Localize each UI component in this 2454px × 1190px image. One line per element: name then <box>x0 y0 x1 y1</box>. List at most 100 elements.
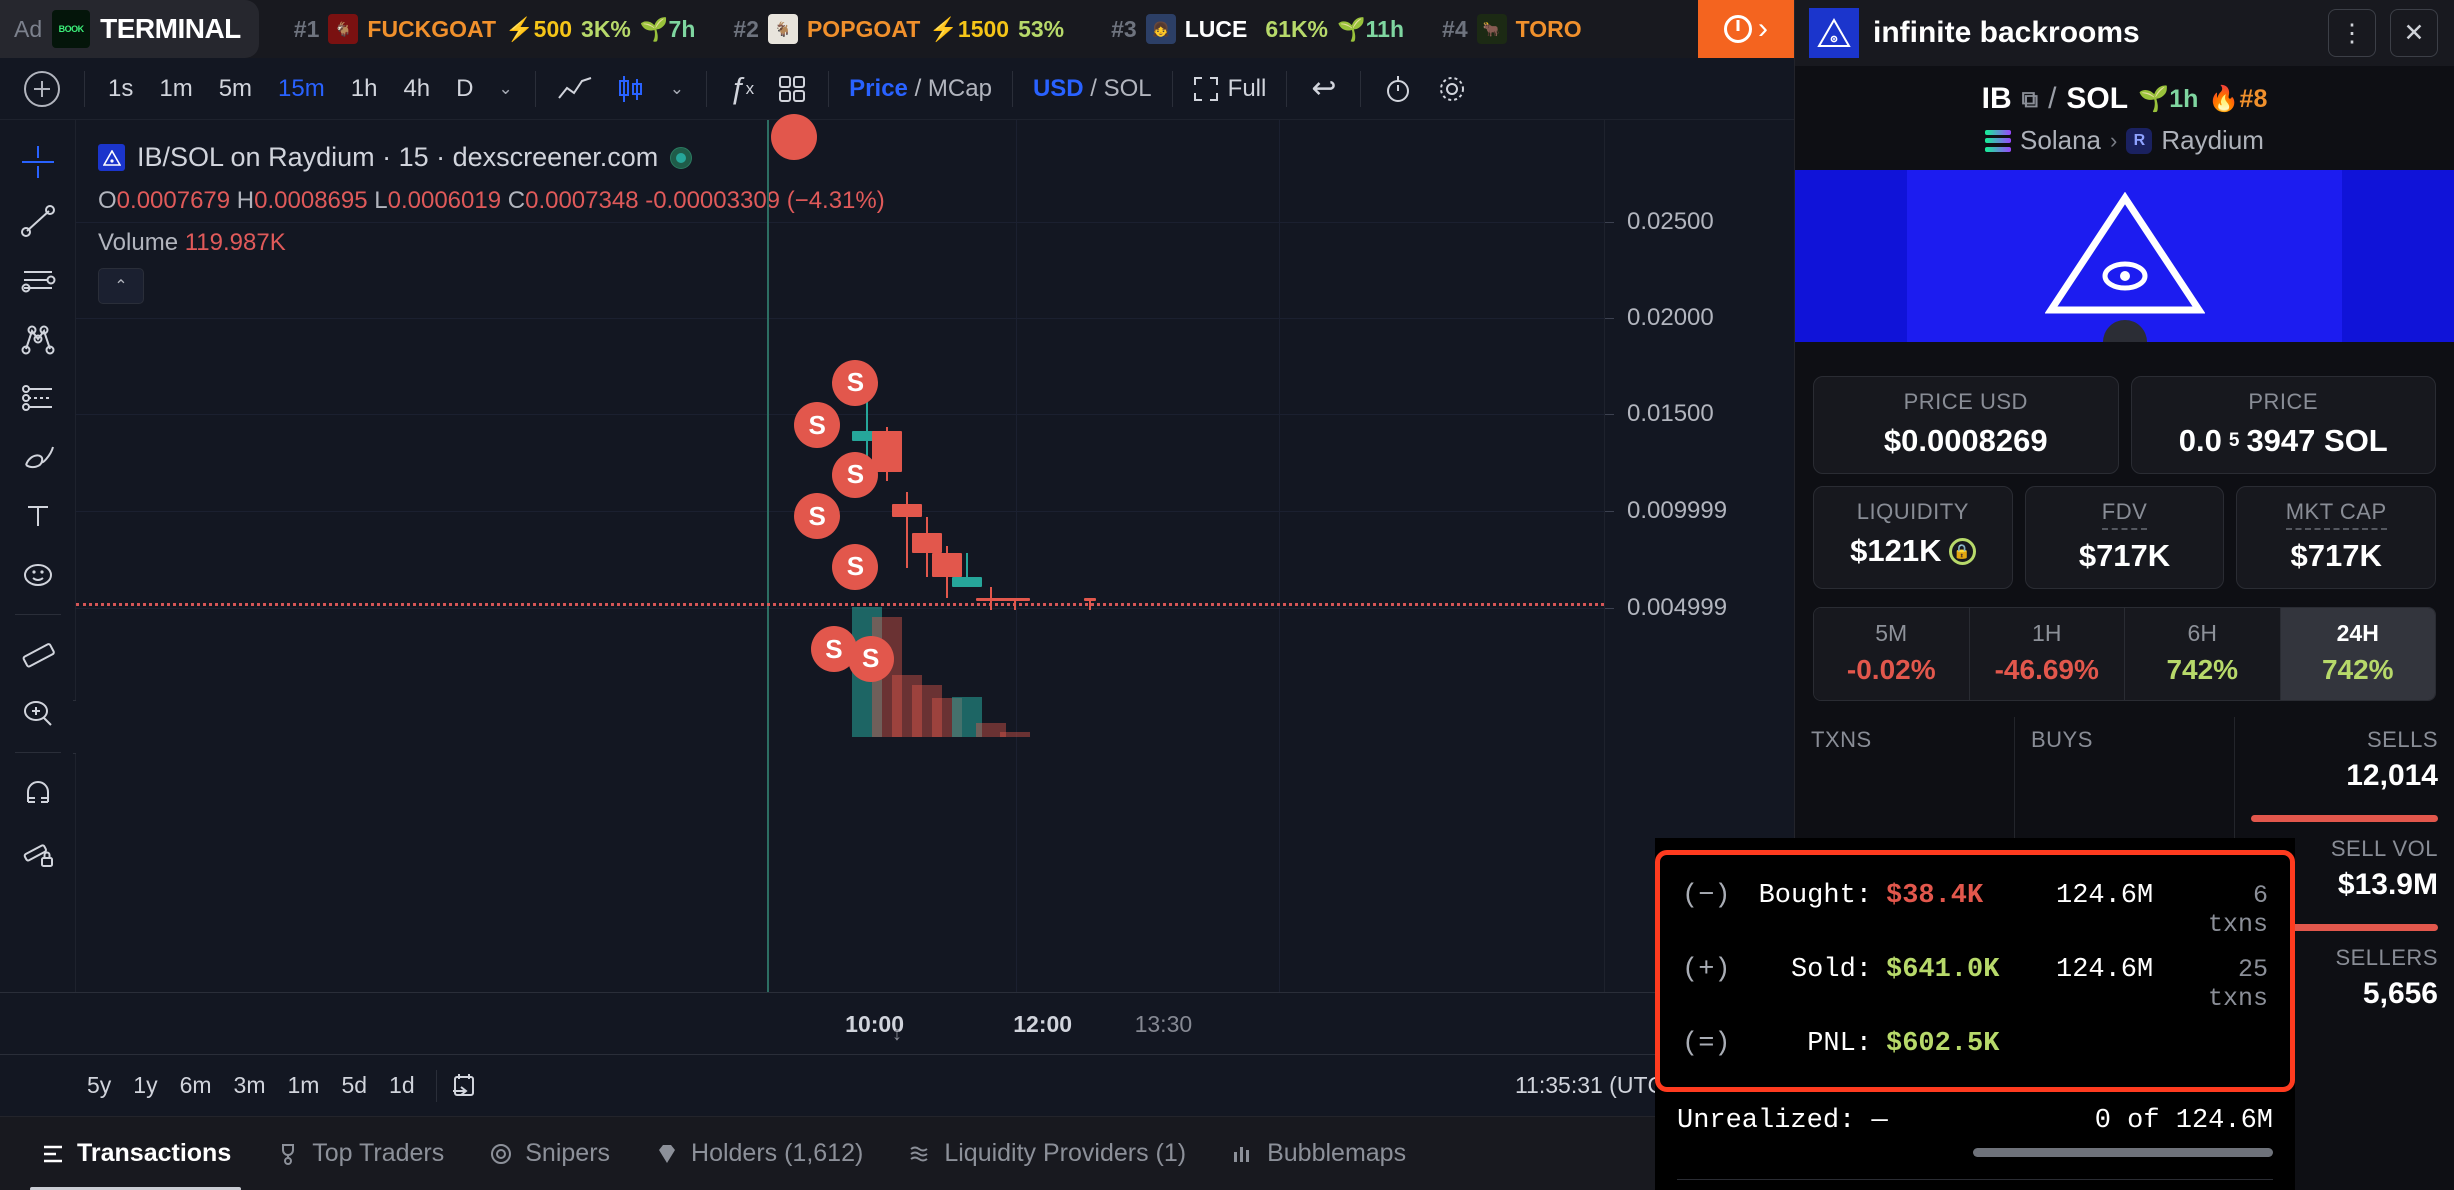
panel-timeframe-1h[interactable]: 1H -46.69% <box>1969 608 2125 700</box>
ad-slot[interactable]: Ad BOOK TERMINAL <box>0 0 259 58</box>
tab-top[interactable]: Top Traders <box>253 1117 466 1190</box>
trending-pct: 61K% <box>1265 15 1329 42</box>
panel-timeframe-change: 742% <box>2321 654 2394 685</box>
brush-tool-icon[interactable] <box>10 429 66 485</box>
wallet-address[interactable]: 6haUPt...5Pro <box>1655 1180 2295 1190</box>
range-1d[interactable]: 1d <box>378 1072 426 1099</box>
divider <box>1360 70 1362 107</box>
trending-name: LUCE <box>1184 15 1248 42</box>
sell-marker[interactable]: S <box>832 543 879 590</box>
panel-timeframe-24h[interactable]: 24H 742% <box>2280 608 2435 700</box>
sell-marker[interactable]: S <box>832 451 879 498</box>
tab-transactions[interactable]: Transactions <box>18 1117 253 1190</box>
measure-ruler-tool-icon[interactable] <box>10 626 66 682</box>
trending-item[interactable]: #1 🐐 FUCKGOAT ⚡500 3K% 🌱7h <box>275 14 715 44</box>
trending-boost: ⚡500 <box>505 15 573 42</box>
text-tool-icon[interactable] <box>10 488 66 544</box>
tab-snipers[interactable]: Snipers <box>466 1117 632 1190</box>
expand-banner-button[interactable]: ⌄ <box>2102 320 2147 342</box>
list-icon <box>40 1141 66 1167</box>
trending-item[interactable]: #4 🐂 TORO <box>1423 14 1628 44</box>
replay-icon[interactable] <box>1371 70 1425 108</box>
timeframe-1m[interactable]: 1m <box>146 71 205 107</box>
candlestick-chart-icon[interactable] <box>604 70 658 108</box>
price-option[interactable]: Price <box>849 75 908 102</box>
chevron-down-icon[interactable]: ⌄ <box>486 79 524 99</box>
price-mcap-toggle[interactable]: Price / MCap <box>839 71 1002 107</box>
fib-retracement-tool-icon[interactable] <box>10 370 66 426</box>
emoji-tool-icon[interactable] <box>10 547 66 603</box>
bottom-tabs: Transactions Top Traders Snipers Holders (1… <box>0 1116 1794 1190</box>
close-icon[interactable]: ✕ <box>2390 9 2438 57</box>
layouts-grid-icon[interactable] <box>766 71 818 107</box>
timeframe-4h[interactable]: 4h <box>390 71 443 107</box>
tab-liquidity[interactable]: Liquidity Providers (1) <box>885 1117 1208 1190</box>
horizontal-lines-tool-icon[interactable] <box>10 252 66 308</box>
gridline <box>76 222 1604 224</box>
trending-age: 🌱7h <box>639 15 696 42</box>
collapse-legend-button[interactable]: ⌃ <box>98 268 144 304</box>
add-symbol-button[interactable] <box>24 70 60 107</box>
divider <box>534 70 536 107</box>
sell-marker[interactable]: S <box>794 493 841 540</box>
timeframe-d[interactable]: D <box>443 71 486 107</box>
progress-text: 0 of 124.6M <box>2094 1106 2273 1136</box>
mkt-cap-card: MKT CAP $717K <box>2236 486 2437 589</box>
base-symbol: IB <box>1981 82 2012 115</box>
pitchfork-tool-icon[interactable] <box>10 311 66 367</box>
range-5y[interactable]: 5y <box>76 1072 122 1099</box>
ohlc-c-key: C <box>507 187 526 214</box>
timeframe-5m[interactable]: 5m <box>206 71 265 107</box>
zoom-in-tool-icon[interactable] <box>10 685 66 741</box>
resize-handle[interactable]: ↕ <box>892 1023 902 1046</box>
trending-item[interactable]: #2 🐐 POPGOAT ⚡1500 53% <box>714 14 1092 44</box>
bubbles-icon <box>1230 1141 1256 1167</box>
timeframe-1s[interactable]: 1s <box>95 71 146 107</box>
banner-side-left <box>1795 170 1907 342</box>
mcap-option[interactable]: MCap <box>928 75 992 102</box>
bought-tokens: 124.6M <box>2056 881 2154 911</box>
usd-sol-toggle[interactable]: USD / SOL <box>1023 71 1162 107</box>
panel-timeframe-6h[interactable]: 6H 742% <box>2125 608 2281 700</box>
panel-timeframe-5m[interactable]: 5M -0.02% <box>1814 608 1970 700</box>
settings-gear-icon[interactable] <box>1425 70 1479 108</box>
adbar-cta-button[interactable]: › <box>1698 0 1794 58</box>
more-options-icon[interactable]: ⋮ <box>2328 9 2376 57</box>
indicators-fx-icon[interactable]: ƒx <box>717 68 766 110</box>
tab-holders[interactable]: Holders (1,612) <box>632 1117 885 1190</box>
crosshair-tool-icon[interactable] <box>10 134 66 190</box>
copy-icon[interactable]: ⧉ <box>2022 86 2038 113</box>
range-5d[interactable]: 5d <box>330 1072 378 1099</box>
trend-line-tool-icon[interactable] <box>10 193 66 249</box>
magnet-tool-icon[interactable] <box>10 764 66 820</box>
sol-option[interactable]: SOL <box>1104 75 1152 102</box>
sell-marker[interactable]: S <box>832 359 879 406</box>
price-axis-tick <box>1605 317 1614 319</box>
timeframe-15m[interactable]: 15m <box>265 71 338 107</box>
progress-track <box>1973 1148 2273 1157</box>
range-1y[interactable]: 1y <box>122 1072 168 1099</box>
dex-name[interactable]: Raydium <box>2161 125 2264 156</box>
price-plot[interactable]: IB/SOL on Raydium · 15 · dexscreener.com… <box>76 114 1604 992</box>
usd-option[interactable]: USD <box>1033 75 1084 102</box>
pnl-label: PNL: <box>1807 1029 1872 1059</box>
line-chart-icon[interactable] <box>546 72 604 106</box>
chevron-down-icon[interactable]: ⌄ <box>658 79 696 99</box>
timeframe-1h[interactable]: 1h <box>338 71 391 107</box>
tab-bubblemaps[interactable]: Bubblemaps <box>1208 1117 1428 1190</box>
drawing-lock-tool-icon[interactable] <box>10 823 66 879</box>
fullscreen-button[interactable]: Full <box>1183 71 1277 107</box>
undo-icon[interactable]: ↩ <box>1297 71 1350 106</box>
range-1m[interactable]: 1m <box>277 1072 331 1099</box>
sell-marker[interactable]: S <box>847 635 894 682</box>
calendar-goto-icon[interactable] <box>447 1069 481 1103</box>
panel-header: infinite backrooms ⋮ ✕ <box>1795 0 2454 66</box>
divider <box>435 1069 437 1102</box>
sold-tokens: 124.6M <box>2056 955 2154 985</box>
trending-item[interactable]: #3 👧 LUCE 61K% 🌱11h <box>1092 14 1423 44</box>
range-3m[interactable]: 3m <box>223 1072 277 1099</box>
chain-name[interactable]: Solana <box>2020 125 2101 156</box>
price-axis-label: 0.02000 <box>1627 303 1714 331</box>
range-6m[interactable]: 6m <box>169 1072 223 1099</box>
sell-marker[interactable]: S <box>794 402 841 449</box>
